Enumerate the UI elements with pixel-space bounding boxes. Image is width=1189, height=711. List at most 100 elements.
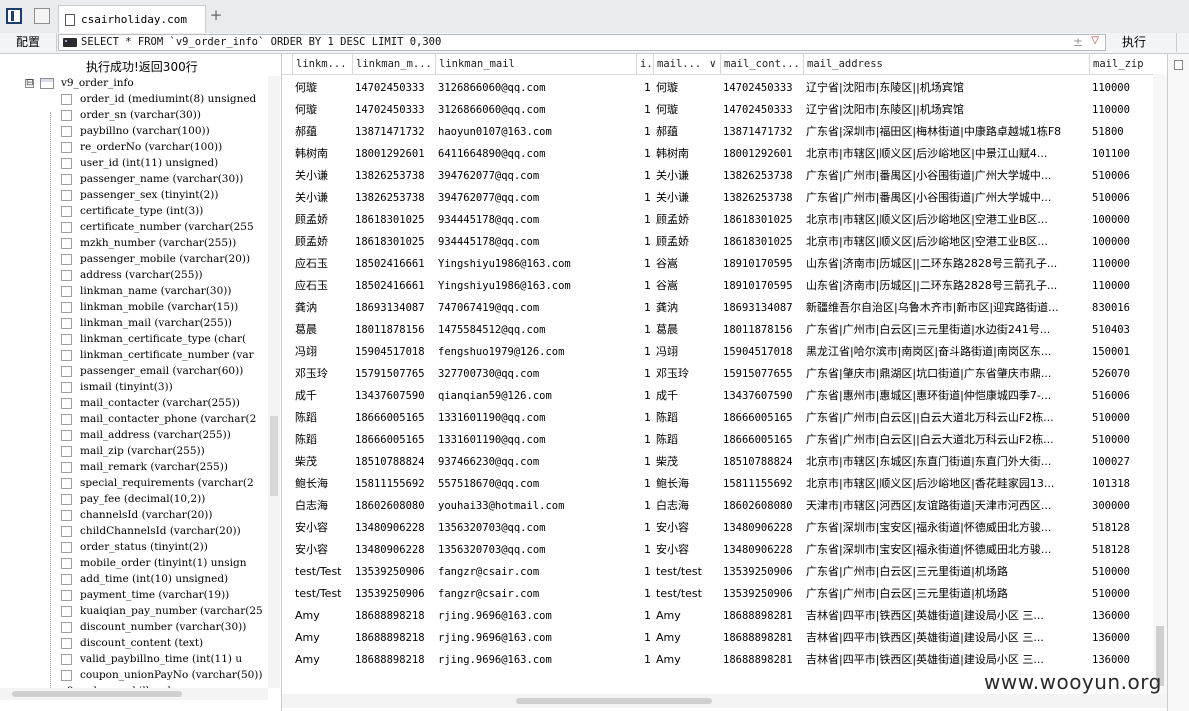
table-cell[interactable]: 1 (636, 539, 653, 561)
table-row[interactable]: 邓玉玲 15791507765 327700730@qq.com 1 邓玉玲 159150… (282, 363, 1167, 385)
table-cell[interactable]: 13437607590 (720, 385, 803, 407)
table-row[interactable]: 韩树南 18001292601 6411664890@qq.com 1 韩树南 18001… (282, 143, 1167, 165)
tree-field-node[interactable]: passenger_sex (tinyint(2)) (0, 188, 268, 204)
table-cell[interactable]: 广东省|广州市|白云区|三元里街道|机场路 (803, 561, 1089, 583)
table-cell[interactable]: 934445178@qq.com (435, 209, 636, 231)
table-cell[interactable]: 何璇 (653, 99, 720, 121)
table-cell[interactable]: 黑龙江省|哈尔滨市|南岗区|奋斗路街道|南岗区东... (803, 341, 1089, 363)
field-checkbox[interactable] (61, 398, 72, 409)
table-cell[interactable]: 3126866060@qq.com (435, 77, 636, 99)
table-cell[interactable]: 110000 (1089, 77, 1159, 99)
tree-field-node[interactable]: order_sn (varchar(30)) (0, 108, 268, 124)
tree-field-node[interactable]: linkman_mail (varchar(255)) (0, 316, 268, 332)
table-cell[interactable]: 15811155692 (720, 473, 803, 495)
tree-field-node[interactable]: certificate_number (varchar(255 (0, 220, 268, 236)
plus-minus-icon[interactable]: ± (1073, 35, 1083, 49)
field-checkbox[interactable] (61, 574, 72, 585)
table-cell[interactable]: 应石玉 (292, 275, 352, 297)
table-cell[interactable]: 1 (636, 627, 653, 649)
table-cell[interactable]: 15915077655 (720, 363, 803, 385)
table-row[interactable]: 郝蕴 13871471732 haoyun0107@163.com 1 郝蕴 138714… (282, 121, 1167, 143)
table-cell[interactable]: 18688898218 (352, 627, 435, 649)
table-cell[interactable]: qianqian59@126.com (435, 385, 636, 407)
field-checkbox[interactable] (61, 270, 72, 281)
config-button[interactable]: 配置 (0, 33, 57, 52)
table-cell[interactable]: 934445178@qq.com (435, 231, 636, 253)
table-cell[interactable]: 100027 (1089, 451, 1159, 473)
tree-field-node[interactable]: passenger_name (varchar(30)) (0, 172, 268, 188)
field-checkbox[interactable] (61, 334, 72, 345)
table-cell[interactable]: 18666005165 (352, 407, 435, 429)
table-cell[interactable]: 北京市|市辖区|顺义区|后沙峪地区|中景江山赋4... (803, 143, 1089, 165)
field-checkbox[interactable] (61, 510, 72, 521)
table-cell[interactable]: 1 (636, 429, 653, 451)
table-cell[interactable]: test/Test (292, 561, 352, 583)
column-header[interactable]: linkman_m... (352, 54, 435, 74)
table-cell[interactable]: 1 (636, 407, 653, 429)
table-cell[interactable]: 937466230@qq.com (435, 451, 636, 473)
table-cell[interactable]: 300000 (1089, 495, 1159, 517)
table-cell[interactable]: 110000 (1089, 253, 1159, 275)
table-cell[interactable]: 1 (636, 77, 653, 99)
table-cell[interactable]: 郝蕴 (292, 121, 352, 143)
tree-field-node[interactable]: re_orderNo (varchar(100)) (0, 140, 268, 156)
tree-field-node[interactable]: coupon_unionPayNo (varchar(50)) (0, 668, 268, 684)
sql-query-text[interactable]: SELECT * FROM `v9_order_info` ORDER BY 1… (81, 36, 441, 48)
field-checkbox[interactable] (61, 254, 72, 265)
table-cell[interactable]: 何璇 (292, 77, 352, 99)
table-row[interactable]: 何璇 14702450333 3126866060@qq.com 1 何璇 1470245… (282, 77, 1167, 99)
table-cell[interactable]: 成千 (292, 385, 352, 407)
table-cell[interactable]: 1 (636, 451, 653, 473)
table-cell[interactable]: 100000 (1089, 209, 1159, 231)
table-cell[interactable]: 518128 (1089, 539, 1159, 561)
table-cell[interactable]: fangzr@csair.com (435, 561, 636, 583)
tree-field-node[interactable]: discount_content (text) (0, 636, 268, 652)
table-cell[interactable]: 394762077@qq.com (435, 165, 636, 187)
table-cell[interactable]: 山东省|济南市|历城区||二环东路2828号三箭孔子... (803, 253, 1089, 275)
tree-field-node[interactable]: mail_zip (varchar(255)) (0, 444, 268, 460)
table-row[interactable]: 关小谦 13826253738 394762077@qq.com 1 关小谦 138262… (282, 187, 1167, 209)
table-cell[interactable]: 18602608080 (720, 495, 803, 517)
table-cell[interactable]: 安小容 (292, 517, 352, 539)
table-cell[interactable]: 510000 (1089, 561, 1159, 583)
field-checkbox[interactable] (61, 462, 72, 473)
column-header[interactable]: linkman_mail (435, 54, 636, 74)
field-checkbox[interactable] (61, 542, 72, 553)
tree-field-node[interactable]: order_id (mediumint(8) unsigned (0, 92, 268, 108)
table-cell[interactable]: Yingshiyu1986@163.com (435, 253, 636, 275)
table-cell[interactable]: 15811155692 (352, 473, 435, 495)
table-cell[interactable]: Yingshiyu1986@163.com (435, 275, 636, 297)
table-cell[interactable]: 1 (636, 165, 653, 187)
table-cell[interactable]: 15791507765 (352, 363, 435, 385)
table-cell[interactable]: 邓玉玲 (653, 363, 720, 385)
tree-field-node[interactable]: order_status (tinyint(2)) (0, 540, 268, 556)
table-cell[interactable]: 鲍长海 (653, 473, 720, 495)
table-cell[interactable]: 辽宁省|沈阳市|东陵区||机场宾馆 (803, 77, 1089, 99)
field-checkbox[interactable] (61, 366, 72, 377)
table-cell[interactable]: 韩树南 (653, 143, 720, 165)
table-cell[interactable]: 394762077@qq.com (435, 187, 636, 209)
table-cell[interactable]: 广东省|肇庆市|鼎湖区|坑口街道|广东省肇庆市鼎... (803, 363, 1089, 385)
table-cell[interactable]: 1 (636, 253, 653, 275)
table-cell[interactable]: 51800 (1089, 121, 1159, 143)
table-cell[interactable]: 13826253738 (352, 187, 435, 209)
table-cell[interactable]: 18688898218 (352, 649, 435, 671)
table-row[interactable]: 葛晨 18011878156 1475584512@qq.com 1 葛晨 1801187… (282, 319, 1167, 341)
tree-field-node[interactable]: passenger_email (varchar(60)) (0, 364, 268, 380)
table-cell[interactable]: 北京市|市辖区|东城区|东直门街道|东直门外大街... (803, 451, 1089, 473)
table-cell[interactable]: 广东省|广州市|番禺区|小谷围街道|广州大学城中... (803, 187, 1089, 209)
table-cell[interactable]: 广东省|广州市|白云区||白云大道北万科云山F2栋... (803, 429, 1089, 451)
table-cell[interactable]: 13539250906 (720, 583, 803, 605)
table-cell[interactable]: 1 (636, 99, 653, 121)
table-cell[interactable]: 安小容 (653, 539, 720, 561)
table-cell[interactable]: 518128 (1089, 517, 1159, 539)
table-cell[interactable]: youhai33@hotmail.com (435, 495, 636, 517)
table-cell[interactable]: 广东省|广州市|白云区||白云大道北万科云山F2栋... (803, 407, 1089, 429)
field-checkbox[interactable] (61, 558, 72, 569)
tree-field-node[interactable]: mail_contacter (varchar(255)) (0, 396, 268, 412)
tab-csairholiday[interactable]: csairholiday.com (58, 5, 206, 33)
table-cell[interactable]: 顾孟娇 (653, 231, 720, 253)
field-checkbox[interactable] (61, 590, 72, 601)
field-checkbox[interactable] (61, 94, 72, 105)
table-row[interactable]: Amy 18688898218 rjing.9696@163.com 1 Amy 1868… (282, 627, 1167, 649)
